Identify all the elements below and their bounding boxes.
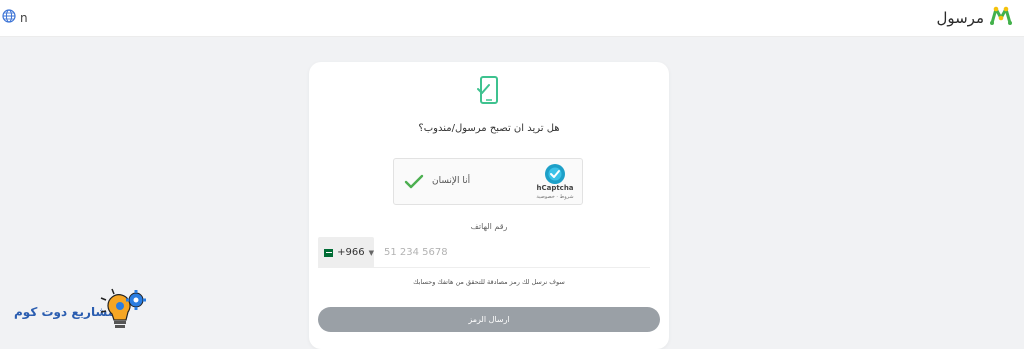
captcha-terms-link[interactable]: شروط · خصوصية — [530, 194, 580, 200]
signup-card: هل تريد ان تصبح مرسول/مندوب؟ أنا الإنسان… — [309, 62, 669, 349]
chevron-down-icon: ▼ — [368, 248, 374, 257]
phone-input[interactable] — [378, 237, 648, 268]
phone-label: رقم الهاتف — [470, 222, 508, 231]
top-bar: n مرسول — [0, 0, 1024, 37]
captcha-brand: hCaptcha — [536, 184, 574, 192]
phone-check-icon — [477, 75, 501, 109]
dial-code: +966 — [337, 247, 365, 258]
check-icon[interactable] — [404, 173, 424, 195]
brand-logo[interactable]: مرسول — [936, 3, 1014, 33]
hcaptcha-widget[interactable]: أنا الإنسان hCaptcha شروط · خصوصية — [393, 158, 583, 205]
send-code-button[interactable]: ارسال الرمز — [318, 307, 660, 332]
brand-name: مرسول — [936, 9, 984, 27]
language-switcher[interactable]: n — [2, 8, 28, 27]
page-question: هل تريد ان تصبح مرسول/مندوب؟ — [418, 123, 560, 134]
globe-icon — [2, 8, 16, 27]
bulb-gear-icon — [98, 286, 150, 340]
saudi-flag-icon — [324, 248, 334, 257]
watermark-logo: مشاريع دوت كوم — [14, 286, 154, 336]
verification-notice: سوف نرسل لك رمز مصادقة للتحقق من هاتفك و… — [413, 278, 565, 286]
language-code: n — [20, 10, 28, 25]
phone-field: +966 ▼ — [318, 237, 650, 268]
country-code-select[interactable]: +966 ▼ — [318, 237, 374, 268]
brand-mark-icon — [988, 3, 1014, 33]
captcha-label: أنا الإنسان — [432, 176, 471, 186]
